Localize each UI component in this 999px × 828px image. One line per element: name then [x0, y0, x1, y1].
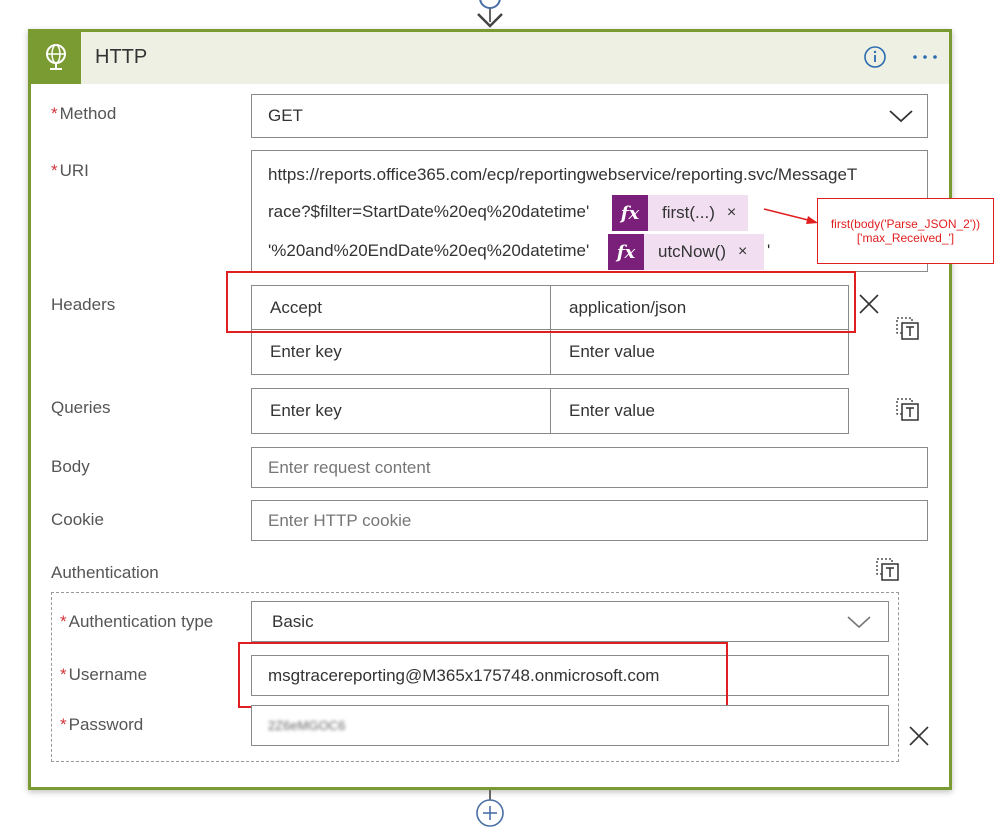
cookie-input[interactable]: Enter HTTP cookie [251, 500, 928, 541]
query-key-input[interactable]: Enter key [251, 388, 551, 434]
expression-token-utcnow[interactable]: utcNow() × [644, 234, 764, 270]
annotation-arrow [763, 208, 818, 224]
body-input[interactable]: Enter request content [251, 447, 928, 488]
switch-to-text-mode-icon[interactable] [896, 398, 920, 422]
switch-to-text-mode-icon[interactable] [896, 317, 920, 341]
action-title: HTTP [95, 46, 148, 68]
expression-token-text: utcNow() [658, 242, 727, 261]
password-input[interactable]: 2Z6eMGOC6 [251, 705, 889, 746]
remove-authentication-icon[interactable] [908, 725, 930, 747]
uri-text-line-2: race?$filter=StartDate%20eq%20datetime' [268, 202, 590, 221]
username-label: * Username [60, 665, 147, 685]
body-label: Body [51, 457, 90, 476]
info-icon[interactable] [863, 45, 887, 69]
password-value: 2Z6eMGOC6 [268, 718, 346, 733]
method-label-text: Method [59, 104, 117, 123]
authentication-label: Authentication [51, 563, 159, 582]
username-label-text: Username [68, 665, 148, 684]
action-header[interactable] [31, 32, 949, 84]
chevron-down-icon[interactable] [888, 108, 914, 124]
uri-text-line-1: https://reports.office365.com/ecp/report… [268, 165, 858, 184]
ellipsis-menu-icon[interactable] [912, 52, 938, 62]
add-step-plus-icon[interactable] [475, 798, 505, 828]
authentication-type-label-text: Authentication type [68, 612, 214, 631]
username-highlight-box [238, 642, 728, 708]
password-label: * Password [60, 715, 143, 735]
uri-label-text: URI [59, 161, 89, 180]
required-mark: * [60, 715, 67, 734]
uri-text-line-3: '%20and%20EndDate%20eq%20datetime' [268, 241, 590, 260]
expression-token-first[interactable]: first(...) × [648, 195, 748, 231]
delete-header-icon[interactable] [858, 293, 880, 315]
authentication-type-dropdown[interactable]: Basic [251, 601, 889, 642]
method-label: * Method [51, 104, 116, 124]
uri-label: * URI [51, 161, 89, 181]
uri-trailing-quote: ' [767, 241, 771, 260]
switch-to-text-mode-icon[interactable] [876, 558, 900, 582]
queries-label: Queries [51, 398, 111, 417]
required-mark: * [60, 612, 67, 631]
annotation-callout: first(body('Parse_JSON_2')) ['max_Receiv… [817, 198, 994, 264]
password-label-text: Password [68, 715, 144, 734]
authentication-type-value: Basic [272, 611, 314, 631]
remove-token-icon[interactable]: × [727, 204, 736, 222]
expression-token-text: first(...) [662, 203, 715, 222]
cookie-label: Cookie [51, 510, 104, 529]
authentication-type-label: * Authentication type [60, 612, 213, 632]
expression-fx-icon: fx [612, 195, 648, 231]
method-value: GET [268, 106, 303, 125]
required-mark: * [51, 161, 58, 180]
top-connector-arrow-icon [477, 0, 503, 28]
chevron-down-icon[interactable] [846, 614, 872, 630]
remove-token-icon[interactable]: × [738, 243, 747, 261]
method-dropdown[interactable]: GET [251, 94, 928, 138]
headers-label: Headers [51, 295, 116, 314]
required-mark: * [60, 665, 67, 684]
annotation-line-1: first(body('Parse_JSON_2')) [830, 217, 981, 231]
header-key-input-empty[interactable]: Enter key [251, 329, 551, 375]
globe-icon [46, 44, 66, 70]
action-icon-box [31, 32, 81, 84]
query-value-input[interactable]: Enter value [550, 388, 849, 434]
header-value-input-empty[interactable]: Enter value [550, 329, 849, 375]
expression-fx-icon: fx [608, 234, 644, 270]
headers-highlight-box [226, 271, 856, 333]
required-mark: * [51, 104, 58, 123]
annotation-line-2: ['max_Received_'] [856, 231, 955, 245]
